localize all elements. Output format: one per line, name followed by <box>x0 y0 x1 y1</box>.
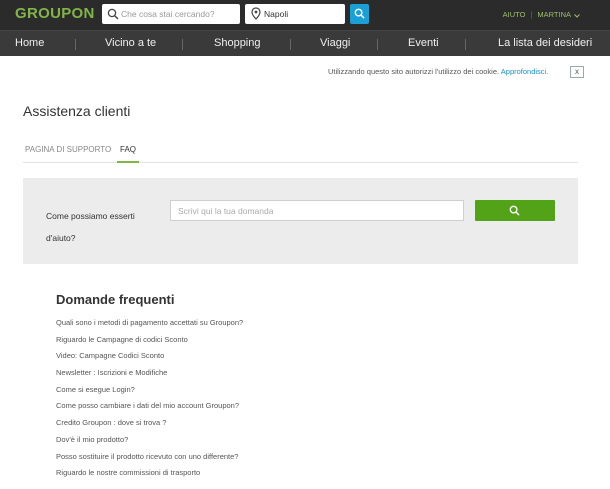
faq-item[interactable]: Riguardo le nostre commissioni di traspo… <box>56 468 243 485</box>
nav-item-shopping[interactable]: Shopping <box>214 31 261 56</box>
cookie-close-button[interactable]: x <box>570 66 584 78</box>
nav-item-viaggi[interactable]: Viaggi <box>320 31 350 56</box>
search-field[interactable] <box>102 4 240 24</box>
faq-item[interactable]: Posso sostituire il prodotto ricevuto co… <box>56 452 243 469</box>
faq-item[interactable]: Quali sono i metodi di pagamento accetta… <box>56 318 243 335</box>
location-field[interactable] <box>245 4 345 24</box>
faq-item[interactable]: Come si esegue Login? <box>56 385 243 402</box>
help-link[interactable]: AIUTO <box>503 10 526 19</box>
search-button[interactable] <box>350 4 369 24</box>
support-tabs: PAGINA DI SUPPORTO FAQ <box>23 145 578 163</box>
question-search-button[interactable] <box>475 200 555 221</box>
nav-item-lista-desideri[interactable]: La lista dei desideri <box>498 31 592 56</box>
user-menu[interactable]: MARTINA <box>537 10 571 19</box>
faq-item[interactable]: Newsletter : Iscrizioni e Modifiche <box>56 368 243 385</box>
faq-item[interactable]: Riguardo le Campagne di codici Sconto <box>56 335 243 352</box>
divider: | <box>530 10 533 19</box>
question-panel: Come possiamo esserti d'aiuto? <box>23 178 578 264</box>
faq-item[interactable]: Credito Groupon : dove si trova ? <box>56 418 243 435</box>
search-input[interactable] <box>121 4 236 24</box>
nav-item-vicino[interactable]: Vicino a te <box>105 31 156 56</box>
faq-list: Quali sono i metodi di pagamento accetta… <box>56 318 243 485</box>
question-label: Come possiamo esserti d'aiuto? <box>46 205 156 249</box>
nav-divider <box>75 39 76 50</box>
faq-item[interactable]: Video: Campagne Codici Sconto <box>56 351 243 368</box>
question-input[interactable] <box>170 200 464 221</box>
top-header: GROUPON AIUTO | MARTINA <box>0 0 610 30</box>
nav-item-home[interactable]: Home <box>15 31 44 56</box>
faq-item[interactable]: Come posso cambiare i dati del mio accou… <box>56 401 243 418</box>
nav-divider <box>290 39 291 50</box>
faq-item[interactable]: Dov'è il mio prodotto? <box>56 435 243 452</box>
location-input[interactable] <box>264 4 342 24</box>
cookie-more-link[interactable]: Approfondisci. <box>501 67 549 76</box>
nav-item-eventi[interactable]: Eventi <box>408 31 439 56</box>
nav-divider <box>182 39 183 50</box>
groupon-logo[interactable]: GROUPON <box>15 5 95 22</box>
tab-pagina-supporto[interactable]: PAGINA DI SUPPORTO <box>25 145 111 163</box>
chevron-down-icon[interactable] <box>574 11 580 20</box>
page-title: Assistenza clienti <box>23 103 131 119</box>
tab-faq[interactable]: FAQ <box>117 145 140 163</box>
faq-title: Domande frequenti <box>56 292 175 307</box>
search-icon <box>107 7 121 21</box>
cookie-text: Utilizzando questo sito autorizzi l'util… <box>328 67 500 76</box>
account-links: AIUTO | MARTINA <box>503 10 580 20</box>
main-nav: Home Vicino a te Shopping Viaggi Eventi … <box>0 30 610 56</box>
nav-divider <box>377 39 378 50</box>
question-label-line2: d'aiuto? <box>46 233 76 243</box>
question-label-line1: Come possiamo esserti <box>46 211 135 221</box>
nav-divider <box>465 39 466 50</box>
location-pin-icon <box>250 7 264 21</box>
cookie-text-wrap: Utilizzando questo sito autorizzi l'util… <box>328 67 548 76</box>
